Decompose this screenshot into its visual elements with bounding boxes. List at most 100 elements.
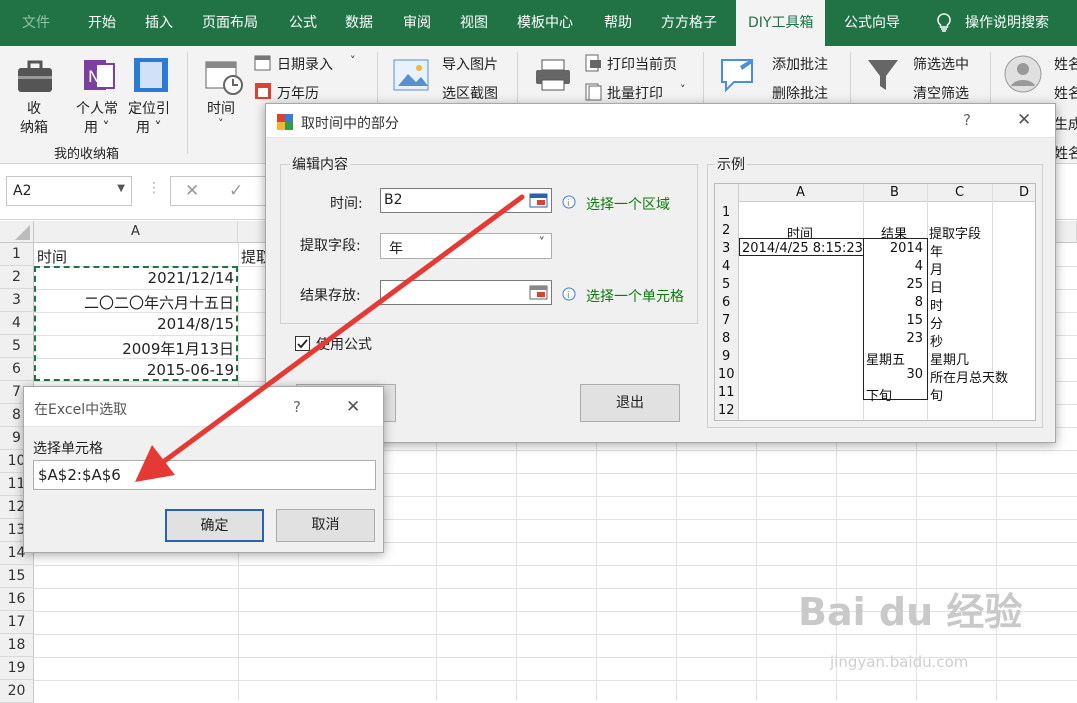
name-button-1[interactable]: 姓名	[1054, 54, 1077, 74]
row-header[interactable]: 16	[0, 588, 34, 611]
perpetual-calendar-button[interactable]: 万年历	[277, 83, 319, 103]
print-current-page-button[interactable]: 打印当前页	[607, 54, 677, 74]
exit-button[interactable]: 退出	[580, 384, 680, 422]
name-button-3[interactable]: 生成	[1054, 114, 1077, 134]
name-button-4[interactable]: 姓名	[1054, 143, 1077, 163]
example-b9: 星期五	[866, 353, 906, 368]
box-label-1[interactable]: 收	[27, 98, 41, 118]
row-header[interactable]: 5	[0, 335, 34, 358]
field-select[interactable]: 年 ˅	[380, 233, 552, 259]
tell-me-search[interactable]: 操作说明搜索	[965, 0, 1049, 46]
tab-view[interactable]: 视图	[460, 0, 488, 46]
cell-a1[interactable]: 时间	[37, 246, 67, 267]
row-header[interactable]: 15	[0, 565, 34, 588]
personal-sub[interactable]: 用 ˅	[84, 117, 109, 137]
tab-review[interactable]: 审阅	[403, 0, 431, 46]
name-box-dropdown-icon[interactable]: ▼	[117, 183, 125, 194]
close-icon[interactable]: ✕	[346, 397, 360, 417]
cell-a6[interactable]: 2015-06-19	[147, 361, 234, 379]
result-cell-input[interactable]	[380, 280, 552, 305]
example-c8: 秒	[930, 335, 944, 350]
range-input-value: $A$2:$A$6	[38, 466, 121, 484]
row-header[interactable]: 2	[0, 266, 34, 289]
tab-formulas[interactable]: 公式	[289, 0, 317, 46]
area-screenshot-button[interactable]: 选区截图	[442, 83, 498, 103]
tab-formula-wizard[interactable]: 公式向导	[844, 0, 900, 46]
locate-sub[interactable]: 用 ˅	[136, 117, 161, 137]
delete-comment-button[interactable]: 删除批注	[772, 83, 828, 103]
example-b10: 30	[906, 367, 923, 382]
checkmark-icon	[297, 339, 308, 349]
batch-print-button[interactable]: 批量打印	[607, 83, 663, 103]
example-c11: 旬	[930, 389, 944, 404]
batch-print-dropdown-icon[interactable]: ˅	[680, 83, 686, 96]
add-comment-button[interactable]: 添加批注	[772, 54, 828, 74]
perpetual-calendar-icon	[255, 83, 271, 99]
clear-filter-button[interactable]: 清空筛选	[913, 83, 969, 103]
example-b4: 4	[914, 259, 923, 274]
tab-insert[interactable]: 插入	[145, 0, 173, 46]
example-b3: 2014	[889, 241, 923, 256]
comment-icon	[721, 59, 753, 93]
locate-label[interactable]: 定位引	[128, 98, 170, 118]
use-formula-label[interactable]: 使用公式	[316, 334, 372, 354]
cancel-formula-icon[interactable]: ✕	[185, 181, 199, 201]
row-header[interactable]: 18	[0, 634, 34, 657]
time-label[interactable]: 时间	[207, 98, 235, 118]
tab-home[interactable]: 开始	[88, 0, 116, 46]
cell-a3[interactable]: 二〇二〇年六月十五日	[84, 292, 234, 313]
range-picker-icon[interactable]	[529, 192, 549, 209]
cell-a2[interactable]: 2021/12/14	[148, 269, 234, 287]
example-row: 11	[718, 385, 735, 400]
personal-label[interactable]: 个人常	[76, 98, 118, 118]
select-all-corner[interactable]	[0, 221, 34, 243]
tab-data[interactable]: 数据	[345, 0, 373, 46]
time-range-value: B2	[384, 192, 403, 208]
tab-diy-toolbox[interactable]: DIY工具箱	[736, 0, 826, 46]
app-icon	[277, 114, 293, 130]
row-header[interactable]: 1	[0, 243, 34, 266]
example-sheet: A B C D 1 2 3 4 5 6 7 8 9 10 11 12 时间 结果…	[714, 183, 1036, 421]
row-header[interactable]: 4	[0, 312, 34, 335]
example-c5: 日	[930, 281, 944, 296]
svg-text:i: i	[567, 291, 570, 301]
time-range-input[interactable]: B2	[380, 188, 552, 213]
example-row: 3	[722, 241, 731, 256]
row-header[interactable]: 17	[0, 611, 34, 634]
example-row: 6	[722, 295, 731, 310]
row-header[interactable]: 3	[0, 289, 34, 312]
tab-template-center[interactable]: 模板中心	[517, 0, 573, 46]
row-header[interactable]: 19	[0, 657, 34, 680]
ok-button[interactable]: 确定	[165, 509, 264, 542]
tab-page-layout[interactable]: 页面布局	[202, 0, 258, 46]
help-icon[interactable]: ?	[963, 111, 971, 129]
close-icon[interactable]: ✕	[1017, 110, 1031, 130]
row-header[interactable]: 6	[0, 358, 34, 381]
range-input[interactable]: $A$2:$A$6	[33, 460, 376, 490]
tab-file[interactable]: 文件	[22, 0, 50, 46]
range-picker-icon[interactable]	[529, 284, 549, 301]
chevron-down-icon[interactable]: ˅	[539, 236, 546, 251]
date-entry-button[interactable]: 日期录入	[277, 54, 333, 74]
locate-reference-icon	[134, 58, 168, 92]
tab-ffgz[interactable]: 方方格子	[661, 0, 717, 46]
print-page-icon	[585, 54, 601, 72]
name-button-2[interactable]: 姓名	[1054, 83, 1077, 103]
time-sub[interactable]: ˅	[218, 117, 224, 130]
filter-selected-button[interactable]: 筛选选中	[913, 54, 969, 74]
name-box[interactable]: A2 ▼	[6, 176, 132, 206]
cell-a5[interactable]: 2009年1月13日	[122, 338, 234, 359]
tab-help[interactable]: 帮助	[604, 0, 632, 46]
example-row: 7	[722, 313, 731, 328]
help-icon[interactable]: ?	[293, 398, 301, 416]
example-row: 1	[722, 205, 731, 220]
box-label-2[interactable]: 纳箱	[20, 117, 48, 137]
import-image-button[interactable]: 导入图片	[442, 54, 498, 74]
cell-a4[interactable]: 2014/8/15	[157, 315, 234, 333]
date-entry-dropdown-icon[interactable]: ˅	[350, 54, 356, 67]
column-header-a[interactable]: A	[34, 221, 238, 243]
avatar-icon	[1004, 55, 1042, 93]
use-formula-checkbox[interactable]	[295, 336, 310, 351]
confirm-formula-icon[interactable]: ✓	[229, 181, 243, 201]
cancel-button[interactable]: 取消	[276, 509, 375, 542]
